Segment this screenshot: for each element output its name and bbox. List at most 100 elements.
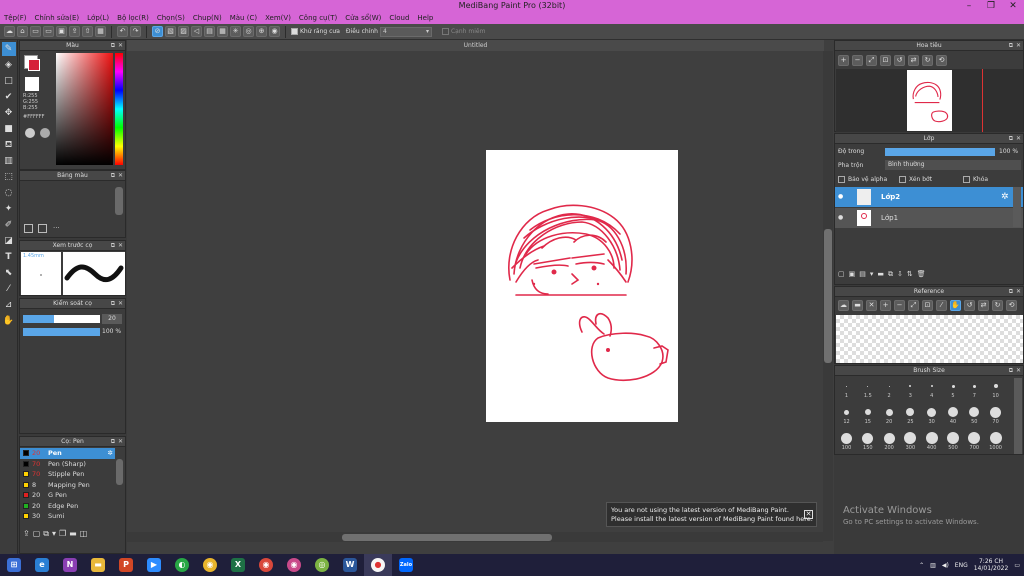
brush-size-scrollbar[interactable] xyxy=(1014,378,1022,454)
reference-rotate-left-icon[interactable]: ↺ xyxy=(964,300,975,311)
brush-size-option[interactable]: 3 xyxy=(900,379,921,399)
popout-icon[interactable]: ⧉ xyxy=(1009,366,1013,376)
close-panel-icon[interactable]: ✕ xyxy=(1016,366,1021,376)
hand-tool-icon[interactable]: ✋ xyxy=(2,314,16,328)
close-panel-icon[interactable]: ✕ xyxy=(118,171,123,181)
visibility-icon[interactable]: ● xyxy=(838,187,843,207)
add-palette-icon[interactable] xyxy=(24,224,33,233)
invert-selection-icon[interactable]: ▨ xyxy=(178,26,189,37)
bucket-tool-icon[interactable]: ⛾ xyxy=(2,138,16,152)
layer-transfer-icon[interactable]: ⇅ xyxy=(907,270,913,279)
stack-icon[interactable]: ◫ xyxy=(80,529,88,541)
layer-folder-icon[interactable]: ▬ xyxy=(877,270,884,279)
lasso-tool-icon[interactable]: ◌ xyxy=(2,186,16,200)
menu-tools[interactable]: Công cụ(T) xyxy=(299,14,337,22)
layer-row-layer2[interactable]: ● Lớp2 ✲ xyxy=(835,187,1023,207)
minimize-icon[interactable]: – xyxy=(958,0,980,12)
clock[interactable]: 7:26 CH 14/01/2022 xyxy=(974,558,1009,572)
brush-size-option[interactable]: 1.5 xyxy=(857,379,878,399)
reference-actual-icon[interactable]: ⊡ xyxy=(922,300,933,311)
select-none-icon[interactable]: ⊘ xyxy=(152,26,163,37)
new-halftone-layer-icon[interactable]: ▣ xyxy=(849,270,856,279)
new-8bit-layer-icon[interactable]: ▤ xyxy=(859,270,866,279)
brush-item-stipple-pen[interactable]: 70 Stipple Pen xyxy=(20,469,115,480)
reset-rotation-icon[interactable]: ⟲ xyxy=(936,55,947,66)
add-brush-icon[interactable]: ▢ xyxy=(33,529,41,541)
paper-canvas[interactable] xyxy=(486,150,678,422)
select-pen-icon[interactable]: ✐ xyxy=(2,218,16,232)
brush-size-option[interactable]: 100 xyxy=(836,431,857,451)
brush-size-option[interactable]: 10 xyxy=(985,379,1006,399)
folder-icon[interactable]: ▬ xyxy=(69,529,77,541)
reference-zoom-in-icon[interactable]: + xyxy=(880,300,891,311)
taskbar-chrome[interactable]: ◉ xyxy=(196,554,224,576)
undo-icon[interactable]: ↶ xyxy=(117,26,128,37)
rotate-right-icon[interactable]: ↻ xyxy=(922,55,933,66)
menu-capture[interactable]: Chup(N) xyxy=(193,14,222,22)
operation-tool-icon[interactable]: ⬉ xyxy=(2,266,16,280)
hue-slider[interactable] xyxy=(115,53,123,165)
comment-icon[interactable]: ▭ xyxy=(43,26,54,37)
blend-mode-select[interactable]: Bình thường xyxy=(885,160,1021,170)
zoom-out-icon[interactable]: − xyxy=(852,55,863,66)
taskbar-explorer[interactable]: ▬ xyxy=(84,554,112,576)
tray-up-icon[interactable]: ⌃ xyxy=(919,562,924,569)
save-icon[interactable]: ▣ xyxy=(56,26,67,37)
delete-layer-icon[interactable]: 🗑 xyxy=(917,270,926,279)
reference-zoom-out-icon[interactable]: − xyxy=(894,300,905,311)
menu-layer[interactable]: Lớp(L) xyxy=(87,14,109,22)
transparent-color-swatch[interactable] xyxy=(25,77,39,91)
snap-circle-icon[interactable]: ◎ xyxy=(243,26,254,37)
popout-icon[interactable]: ⧉ xyxy=(111,241,115,251)
taskbar-browser[interactable]: ◎ xyxy=(308,554,336,576)
brush-size-option[interactable]: 50 xyxy=(964,405,985,425)
brush-size-option[interactable]: 300 xyxy=(900,431,921,451)
taskbar-zoom[interactable]: ▶ xyxy=(140,554,168,576)
flip-icon[interactable]: ⇄ xyxy=(908,55,919,66)
brush-size-option[interactable]: 7 xyxy=(964,379,985,399)
layer-scrollbar[interactable] xyxy=(1013,187,1021,227)
brush-size-option[interactable]: 500 xyxy=(943,431,964,451)
brush-item-g-pen[interactable]: 20 G Pen xyxy=(20,490,115,501)
brush-size-option[interactable]: 12 xyxy=(836,405,857,425)
merge-layer-icon[interactable]: ⇩ xyxy=(897,270,903,279)
snap-cross-icon[interactable]: ▦ xyxy=(217,26,228,37)
brush-size-input[interactable]: 20 xyxy=(102,314,122,324)
taskbar-chrome-3[interactable]: ◉ xyxy=(280,554,308,576)
brush-item-sumi[interactable]: 30 Sumi xyxy=(20,511,115,522)
brush-size-option[interactable]: 700 xyxy=(964,431,985,451)
notification-center-icon[interactable]: ▭ xyxy=(1014,562,1020,569)
snap-radial-icon[interactable]: ✳ xyxy=(230,26,241,37)
start-button[interactable]: ⊞ xyxy=(0,554,28,576)
vertical-scroll-thumb[interactable] xyxy=(824,229,832,363)
close-panel-icon[interactable]: ✕ xyxy=(118,41,123,51)
lock-checkbox[interactable] xyxy=(963,176,970,183)
fit-icon[interactable]: ⤢ xyxy=(866,55,877,66)
reference-flip-icon[interactable]: ⇄ xyxy=(978,300,989,311)
eyedropper-tool-icon[interactable]: ⁄ xyxy=(2,282,16,296)
close-panel-icon[interactable]: ✕ xyxy=(1016,287,1021,297)
snap-curve-icon[interactable]: ⊕ xyxy=(256,26,267,37)
network-icon[interactable]: ▥ xyxy=(930,562,936,569)
popout-icon[interactable]: ⧉ xyxy=(1009,134,1013,144)
menu-edit[interactable]: Chỉnh sửa(E) xyxy=(35,14,80,22)
taskbar-onenote[interactable]: N xyxy=(56,554,84,576)
brush-size-option[interactable]: 400 xyxy=(921,431,942,451)
layer-row-layer1[interactable]: ● Lớp1 xyxy=(835,208,1023,228)
lock-option[interactable]: Khóa xyxy=(963,176,988,183)
brush-size-option[interactable]: 20 xyxy=(879,405,900,425)
volume-icon[interactable]: ◀) xyxy=(942,562,949,569)
taskbar-app[interactable]: ◐ xyxy=(168,554,196,576)
taskbar-chrome-2[interactable]: ◉ xyxy=(252,554,280,576)
duplicate-brush-icon[interactable]: ❐ xyxy=(59,529,66,541)
chat-icon[interactable]: ▭ xyxy=(30,26,41,37)
taskbar-ie[interactable]: e xyxy=(28,554,56,576)
brush-size-option[interactable]: 70 xyxy=(985,405,1006,425)
grid-icon[interactable]: ▦ xyxy=(95,26,106,37)
brush-size-slider[interactable] xyxy=(23,315,100,323)
popout-icon[interactable]: ⧉ xyxy=(111,41,115,51)
popout-icon[interactable]: ⧉ xyxy=(1009,287,1013,297)
close-panel-icon[interactable]: ✕ xyxy=(1016,134,1021,144)
export-icon[interactable]: ⇧ xyxy=(82,26,93,37)
brush-menu-icon[interactable]: ▾ xyxy=(52,529,56,541)
